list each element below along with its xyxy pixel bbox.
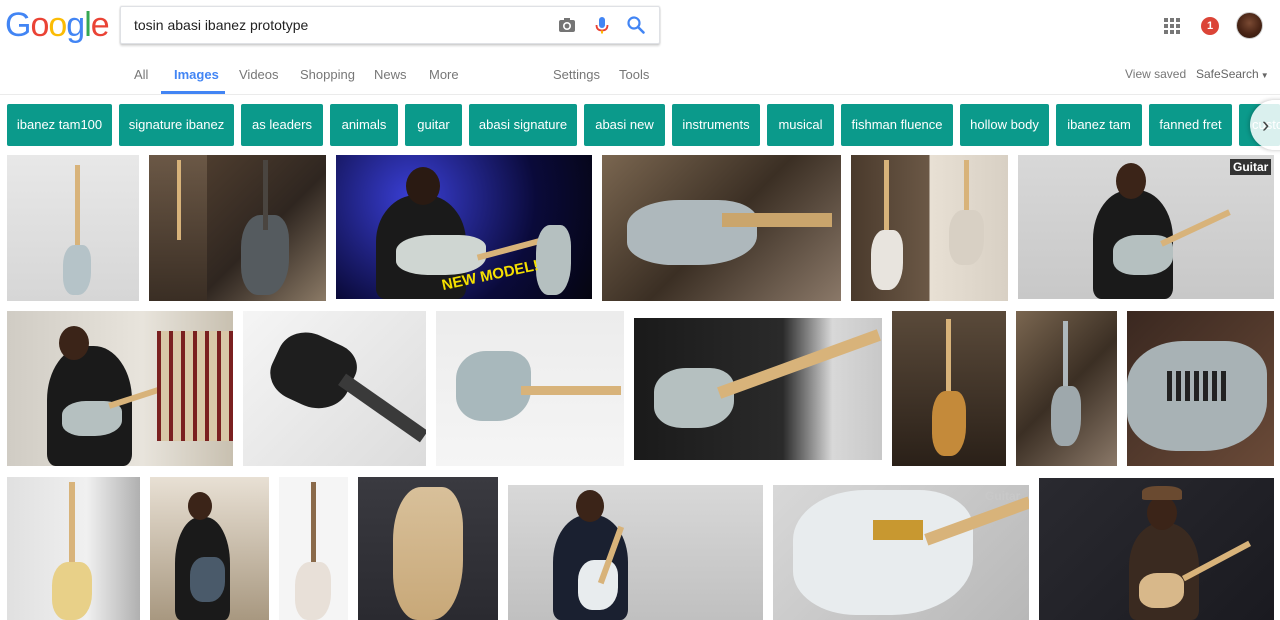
image-result[interactable] xyxy=(892,311,1006,466)
guitar-watermark: Guitar xyxy=(985,489,1021,503)
chip[interactable]: signature ibanez xyxy=(119,104,234,146)
notification-badge[interactable]: 1 xyxy=(1201,17,1219,35)
tab-videos[interactable]: Videos xyxy=(239,67,279,82)
image-result[interactable] xyxy=(851,155,1008,301)
chip[interactable]: abasi new xyxy=(584,104,665,146)
caret-down-icon: ▼ xyxy=(1260,71,1269,80)
chip[interactable]: instruments xyxy=(672,104,760,146)
image-result[interactable] xyxy=(1127,311,1274,466)
search-box xyxy=(120,6,660,44)
chevron-right-icon: › xyxy=(1262,112,1270,137)
chip[interactable]: fanned fret xyxy=(1149,104,1232,146)
settings-link[interactable]: Settings xyxy=(553,67,600,82)
active-tab-indicator xyxy=(161,91,225,94)
chip[interactable]: musical xyxy=(767,104,834,146)
tab-images[interactable]: Images xyxy=(174,67,219,82)
logo-letter: o xyxy=(48,6,67,44)
image-result[interactable] xyxy=(1016,311,1117,466)
safesearch-label: SafeSearch xyxy=(1196,67,1259,81)
search-input[interactable] xyxy=(134,7,554,43)
apps-grid-icon[interactable] xyxy=(1164,18,1180,34)
related-chips: ibanez tam100 signature ibanez as leader… xyxy=(0,104,1280,147)
tab-news[interactable]: News xyxy=(374,67,407,82)
image-result[interactable] xyxy=(149,155,326,301)
image-result[interactable] xyxy=(7,311,233,466)
chip[interactable]: as leaders xyxy=(241,104,323,146)
image-result[interactable] xyxy=(7,477,140,620)
tab-all[interactable]: All xyxy=(134,67,148,82)
image-result[interactable] xyxy=(279,477,348,620)
chip[interactable]: hollow body xyxy=(960,104,1049,146)
logo-letter: o xyxy=(30,6,49,44)
image-result[interactable] xyxy=(508,485,763,620)
logo-letter: g xyxy=(66,6,85,44)
header: Google 1 All Images Videos Shopping News… xyxy=(0,0,1280,95)
image-result[interactable] xyxy=(436,311,624,466)
tab-more[interactable]: More xyxy=(429,67,459,82)
chip[interactable]: abasi signature xyxy=(469,104,577,146)
image-result[interactable] xyxy=(634,318,882,460)
image-result[interactable] xyxy=(243,311,426,466)
image-result[interactable]: Guitar xyxy=(773,485,1029,620)
search-icon[interactable] xyxy=(626,15,646,35)
view-saved-link[interactable]: View saved xyxy=(1125,67,1186,81)
guitar-watermark: Guitar xyxy=(1230,159,1272,175)
logo-letter: G xyxy=(5,6,31,44)
image-result[interactable]: Guitar xyxy=(1018,155,1274,299)
image-result[interactable] xyxy=(602,155,841,301)
image-result[interactable] xyxy=(150,477,269,620)
logo-letter: e xyxy=(90,6,110,44)
image-result[interactable] xyxy=(358,477,498,620)
google-logo[interactable]: Google xyxy=(5,6,110,45)
chip[interactable]: animals xyxy=(330,104,398,146)
chip[interactable]: ibanez tam100 xyxy=(7,104,112,146)
search-tabs: All Images Videos Shopping News More Set… xyxy=(0,56,1280,95)
image-result[interactable] xyxy=(7,155,139,301)
avatar[interactable] xyxy=(1236,12,1263,39)
tab-shopping[interactable]: Shopping xyxy=(300,67,355,82)
image-result[interactable]: NEW MODEL! xyxy=(336,155,592,299)
chip[interactable]: fishman fluence xyxy=(841,104,953,146)
chip[interactable]: guitar xyxy=(405,104,462,146)
tools-link[interactable]: Tools xyxy=(619,67,649,82)
mic-icon[interactable] xyxy=(592,15,612,35)
chip[interactable]: ibanez tam xyxy=(1056,104,1142,146)
safesearch-menu[interactable]: SafeSearch ▼ xyxy=(1196,67,1269,81)
camera-icon[interactable] xyxy=(557,15,577,35)
image-result[interactable] xyxy=(1039,478,1274,620)
